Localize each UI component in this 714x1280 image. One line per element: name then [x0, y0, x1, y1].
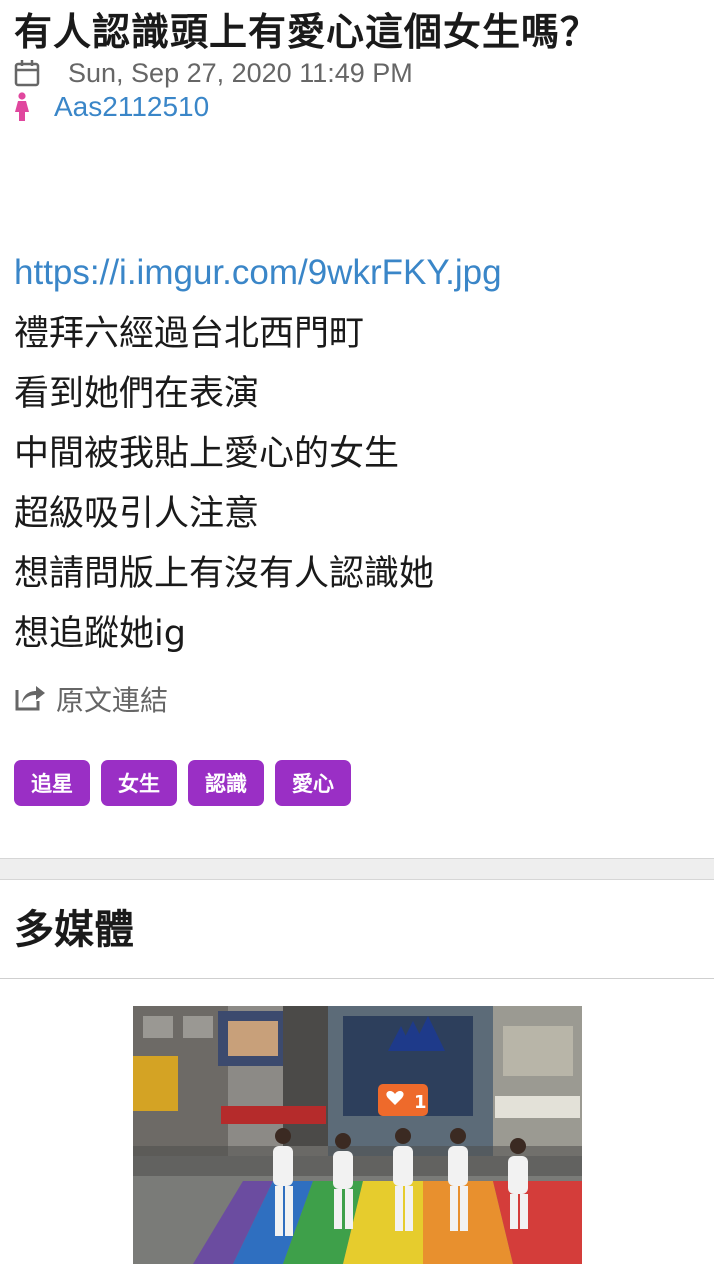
- section-divider: [0, 858, 714, 880]
- tag-list: 追星 女生 認識 愛心: [14, 760, 700, 806]
- post-author-row: Aas2112510: [14, 90, 700, 124]
- female-icon: [14, 92, 44, 122]
- media-image[interactable]: 1: [132, 1006, 582, 1264]
- content-line: 想請問版上有沒有人認識她: [14, 554, 435, 594]
- source-link[interactable]: 原文連結: [14, 676, 700, 722]
- like-count: 1: [414, 1092, 427, 1113]
- media-section-title: 多媒體: [14, 907, 134, 953]
- media-container: 1: [0, 1006, 714, 1264]
- tag-chip[interactable]: 認識: [188, 760, 264, 806]
- content-line: 看到她們在表演: [14, 374, 260, 414]
- media-section-header: 多媒體: [0, 880, 714, 978]
- tag-chip[interactable]: 女生: [101, 760, 177, 806]
- post-image-link[interactable]: https://i.imgur.com/9wkrFKY.jpg: [14, 242, 700, 304]
- external-link-icon: [14, 682, 46, 716]
- content-line: 超級吸引人注意: [14, 494, 260, 534]
- post: 有人認識頭上有愛心這個女生嗎？ Sun, Sep 27, 2020 11:49 …: [0, 0, 714, 806]
- post-date-row: Sun, Sep 27, 2020 11:49 PM: [14, 56, 700, 90]
- post-content: https://i.imgur.com/9wkrFKY.jpg 禮拜六經過台北西…: [14, 242, 700, 664]
- section-rule: [0, 978, 714, 979]
- content-line: 禮拜六經過台北西門町: [14, 314, 365, 354]
- post-author[interactable]: Aas2112510: [54, 91, 209, 123]
- post-date: Sun, Sep 27, 2020 11:49 PM: [68, 57, 413, 88]
- content-line: 想追蹤她ig: [14, 614, 186, 654]
- content-line: 中間被我貼上愛心的女生: [14, 434, 400, 474]
- calendar-icon: [14, 59, 44, 87]
- source-link-label: 原文連結: [56, 684, 169, 717]
- post-title: 有人認識頭上有愛心這個女生嗎？: [14, 10, 600, 54]
- tag-chip[interactable]: 追星: [14, 760, 90, 806]
- tag-chip[interactable]: 愛心: [275, 760, 351, 806]
